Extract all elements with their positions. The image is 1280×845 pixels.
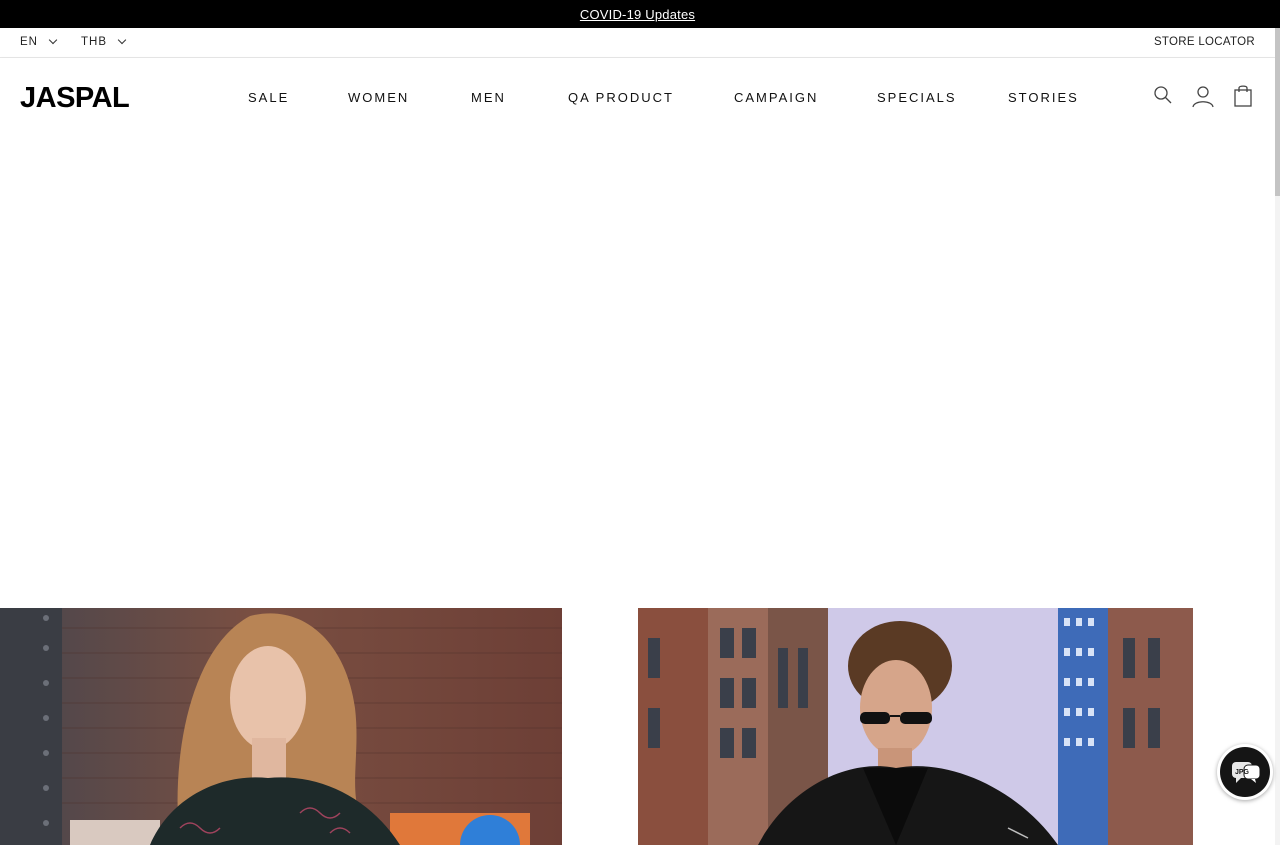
women-category-image[interactable] (0, 608, 562, 845)
main-header: JASPAL SALE WOMEN MEN QA PRODUCT CAMPAIG… (0, 58, 1275, 138)
chat-widget-button[interactable]: JPG (1217, 744, 1273, 800)
nav-item-women[interactable]: WOMEN (348, 90, 409, 105)
chevron-down-icon (48, 35, 58, 45)
language-label: EN (20, 36, 38, 48)
language-selector[interactable]: EN (20, 35, 58, 48)
utility-bar: EN THB STORE LOCATOR (0, 28, 1275, 58)
nav-item-stories[interactable]: STORIES (1008, 90, 1079, 105)
shopping-bag-icon[interactable] (1233, 84, 1257, 110)
announcement-bar: COVID-19 Updates (0, 0, 1280, 28)
nav-item-specials[interactable]: SPECIALS (877, 90, 957, 105)
scrollbar-thumb[interactable] (1275, 28, 1280, 196)
chat-bubble-icon: JPG (1220, 747, 1270, 797)
nav-item-campaign[interactable]: CAMPAIGN (734, 90, 818, 105)
chat-widget-label: JPG (1235, 769, 1250, 776)
store-locator-link[interactable]: STORE LOCATOR (1154, 36, 1255, 48)
logo[interactable]: JASPAL (20, 82, 130, 115)
currency-label: THB (81, 36, 107, 48)
men-category-image[interactable] (638, 608, 1193, 845)
currency-selector[interactable]: THB (81, 35, 127, 48)
nav-item-men[interactable]: MEN (471, 90, 506, 105)
account-icon[interactable] (1191, 84, 1215, 110)
nav-item-qa-product[interactable]: QA PRODUCT (568, 90, 674, 105)
covid-updates-link[interactable]: COVID-19 Updates (580, 7, 695, 22)
nav-item-sale[interactable]: SALE (248, 90, 289, 105)
chevron-down-icon (117, 35, 127, 45)
search-icon[interactable] (1152, 84, 1176, 110)
page: COVID-19 Updates EN THB STORE LOCATOR JA… (0, 0, 1280, 845)
hero-banner (0, 138, 1275, 608)
